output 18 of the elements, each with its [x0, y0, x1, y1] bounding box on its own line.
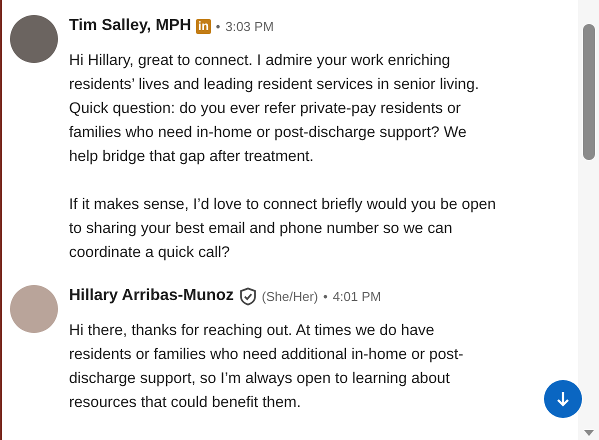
- sender-name[interactable]: Hillary Arribas-Munoz: [69, 287, 234, 305]
- scroll-to-bottom-button[interactable]: [544, 380, 582, 418]
- avatar-placeholder[interactable]: [10, 15, 58, 63]
- message-text: If it makes sense, I’d love to connect briefly would you be open to sharing your best email and phone number so we can coordinate a quick call?: [69, 195, 497, 263]
- avatar-placeholder[interactable]: [10, 285, 58, 333]
- message-text: Hi Hillary, great to connect. I admire your work enriching residents’ lives and leading resident services in senior living. Quick question: do you ever refer private-pay residents or families who need in-home or post-discharge support? We help bridge that gap after treatment.: [69, 51, 480, 167]
- separator-dot: •: [216, 18, 220, 34]
- scrollbar-thumb[interactable]: [583, 24, 595, 160]
- verified-shield-icon: [238, 286, 257, 306]
- separator-dot: •: [323, 288, 328, 304]
- premium-badge: in: [196, 18, 211, 34]
- pronouns: (She/Her): [262, 288, 318, 304]
- down-arrow-icon: [556, 391, 570, 407]
- scroll-down-arrow-icon[interactable]: [584, 430, 594, 436]
- message-time: 3:03 PM: [225, 18, 274, 34]
- sender-name[interactable]: Tim Salley, MPH: [69, 17, 192, 35]
- message-text: Hi there, thanks for reaching out. At times we do have residents or families who need additional in-home or post-discharge support, so I’m always open to learning about resources that could benefit them.: [69, 321, 464, 413]
- message-time: 4:01 PM: [332, 288, 382, 304]
